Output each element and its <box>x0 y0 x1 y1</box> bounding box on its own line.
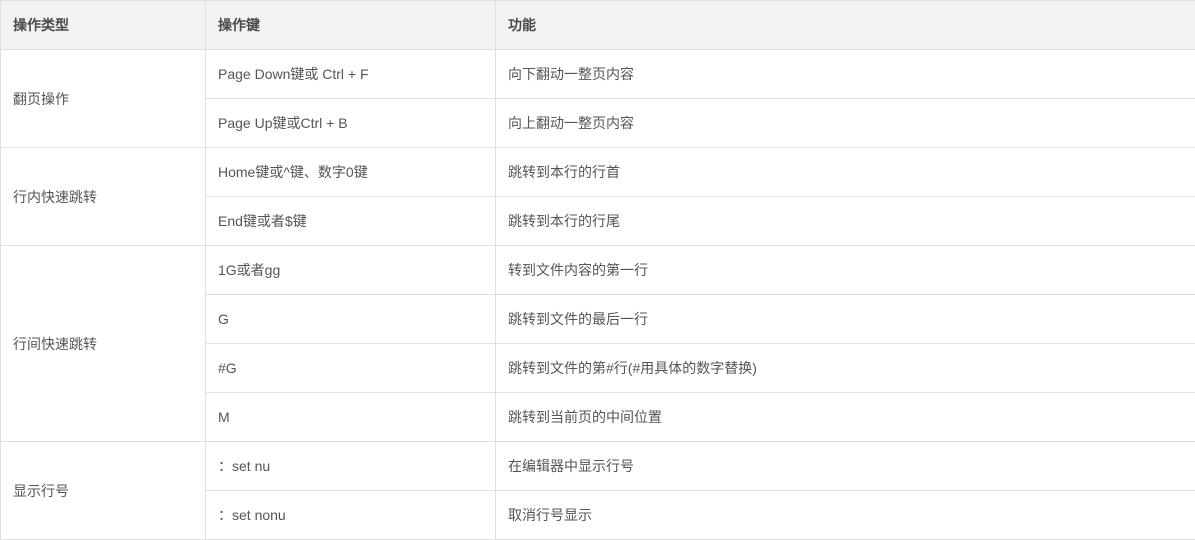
op-func-cell: 向上翻动一整页内容 <box>496 99 1195 148</box>
op-func-cell: 跳转到文件的第#行(#用具体的数字替换) <box>496 344 1195 393</box>
op-func-cell: 跳转到当前页的中间位置 <box>496 393 1195 442</box>
keyboard-shortcuts-table: 操作类型 操作键 功能 翻页操作 Page Down键或 Ctrl + F 向下… <box>0 0 1195 540</box>
op-key-cell: Page Up键或Ctrl + B <box>206 99 496 148</box>
op-type-cell: 翻页操作 <box>1 50 206 148</box>
op-type-cell: 行内快速跳转 <box>1 148 206 246</box>
op-func-cell: 跳转到本行的行尾 <box>496 197 1195 246</box>
op-func-cell: 跳转到文件的最后一行 <box>496 295 1195 344</box>
op-key-cell: #G <box>206 344 496 393</box>
table-row: 行间快速跳转 1G或者gg 转到文件内容的第一行 <box>1 246 1195 295</box>
op-key-cell: ：set nonu <box>206 491 496 540</box>
table-header-row: 操作类型 操作键 功能 <box>1 1 1195 50</box>
header-func: 功能 <box>496 1 1195 50</box>
header-key: 操作键 <box>206 1 496 50</box>
op-func-cell: 向下翻动一整页内容 <box>496 50 1195 99</box>
table-row: 行内快速跳转 Home键或^键、数字0键 跳转到本行的行首 <box>1 148 1195 197</box>
op-func-cell: 在编辑器中显示行号 <box>496 442 1195 491</box>
header-type: 操作类型 <box>1 1 206 50</box>
op-func-cell: 取消行号显示 <box>496 491 1195 540</box>
op-func-cell: 跳转到本行的行首 <box>496 148 1195 197</box>
table-row: 显示行号 ：set nu 在编辑器中显示行号 <box>1 442 1195 491</box>
op-key-cell: M <box>206 393 496 442</box>
op-key-cell: ：set nu <box>206 442 496 491</box>
op-key-cell: Page Down键或 Ctrl + F <box>206 50 496 99</box>
op-type-cell: 行间快速跳转 <box>1 246 206 442</box>
op-key-cell: End键或者$键 <box>206 197 496 246</box>
op-key-cell: 1G或者gg <box>206 246 496 295</box>
table-row: 翻页操作 Page Down键或 Ctrl + F 向下翻动一整页内容 <box>1 50 1195 99</box>
op-func-cell: 转到文件内容的第一行 <box>496 246 1195 295</box>
op-key-cell: Home键或^键、数字0键 <box>206 148 496 197</box>
op-type-cell: 显示行号 <box>1 442 206 540</box>
op-key-cell: G <box>206 295 496 344</box>
